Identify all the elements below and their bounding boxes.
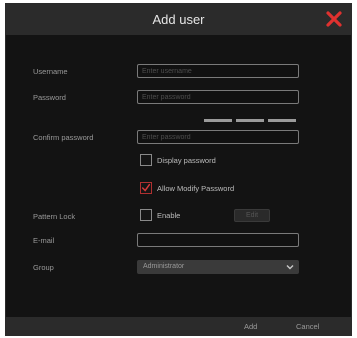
username-label: Username [33, 67, 68, 76]
add-button[interactable]: Add [244, 317, 257, 336]
password-strength-segment [268, 119, 296, 122]
pattern-lock-enable-label: Enable [157, 211, 181, 220]
add-user-dialog: Add user Username Password Confirm passw… [5, 3, 352, 336]
display-password-checkbox[interactable] [140, 154, 152, 166]
password-strength-segment [236, 119, 264, 122]
group-selected-value: Administrator [143, 263, 185, 270]
dialog-titlebar: Add user [6, 4, 351, 35]
chevron-down-icon [286, 265, 294, 270]
confirm-password-input[interactable] [137, 130, 299, 144]
allow-modify-password-label: Allow Modify Password [157, 184, 235, 193]
password-strength-segment [204, 119, 232, 122]
password-input[interactable] [137, 90, 299, 104]
email-label: E-mail [33, 236, 55, 245]
pattern-lock-enable-checkbox[interactable] [140, 209, 152, 221]
pattern-lock-label: Pattern Lock [33, 212, 76, 221]
confirm-password-label: Confirm password [33, 133, 94, 142]
group-select[interactable]: Administrator [137, 260, 299, 274]
password-label: Password [33, 93, 66, 102]
username-input[interactable] [137, 64, 299, 78]
cancel-button[interactable]: Cancel [296, 317, 319, 336]
close-icon[interactable] [324, 9, 344, 29]
email-input[interactable] [137, 233, 299, 247]
allow-modify-password-checkbox[interactable] [140, 182, 152, 194]
pattern-lock-edit-button[interactable]: Edit [234, 209, 270, 222]
group-label: Group [33, 263, 54, 272]
dialog-footer: Add Cancel [6, 317, 351, 336]
checkmark-icon [141, 183, 151, 192]
dialog-title: Add user [152, 12, 205, 27]
display-password-label: Display password [157, 156, 216, 165]
